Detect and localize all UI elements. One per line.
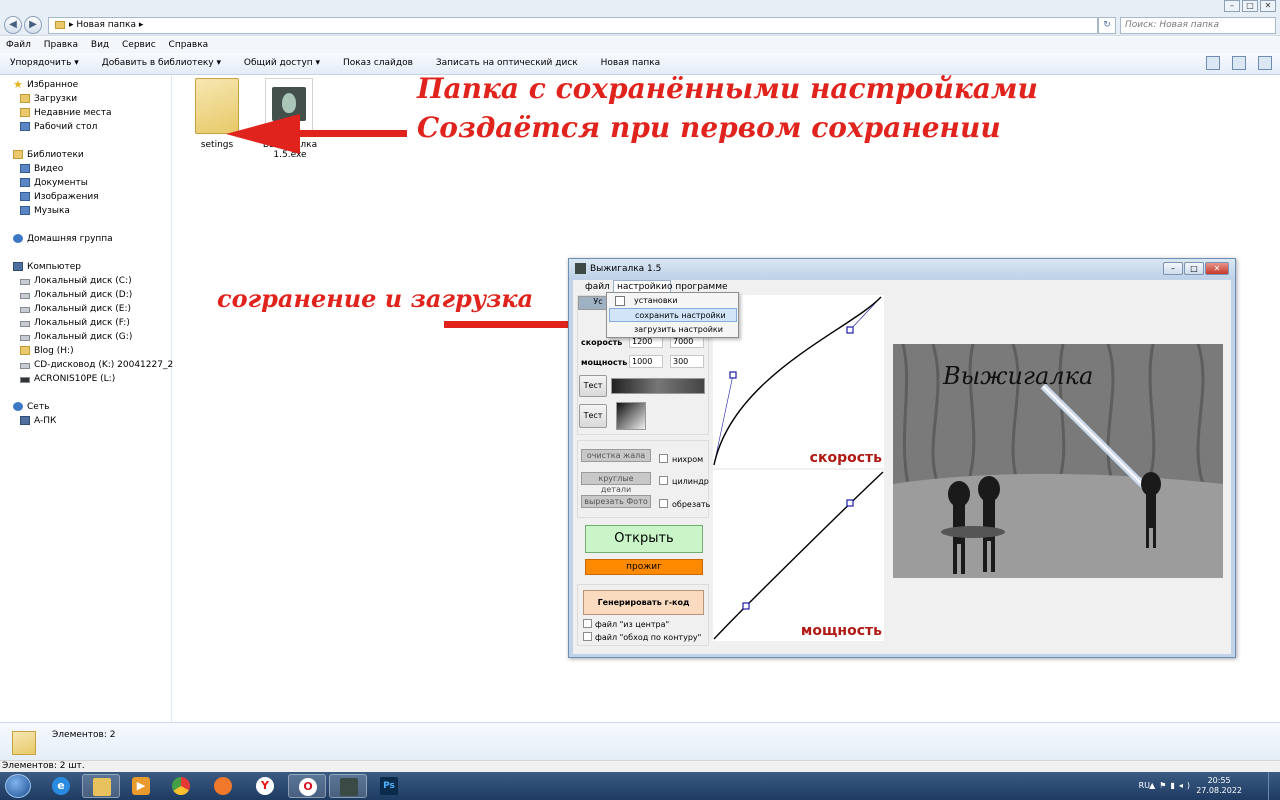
speed-control-point-1[interactable] bbox=[729, 371, 737, 379]
nichrome-checkbox[interactable] bbox=[659, 454, 668, 463]
system-tray: RU ▲⚑▮◂) 20:55 27.08.2022 bbox=[1120, 772, 1280, 800]
gradient-square bbox=[616, 402, 646, 430]
tray-clock[interactable]: 20:55 27.08.2022 bbox=[1196, 776, 1242, 796]
app-menu-about[interactable]: о программе bbox=[667, 282, 728, 292]
menu-item-load-settings[interactable]: загрузить настройки bbox=[609, 323, 737, 337]
crop-label: обрезать bbox=[672, 500, 711, 509]
app-alien-icon bbox=[575, 263, 586, 274]
power-chart-label: мощность bbox=[800, 623, 882, 639]
generate-gcode-button[interactable]: Генерировать г-код bbox=[583, 590, 704, 615]
app-close-button[interactable]: ✕ bbox=[1205, 262, 1229, 275]
power-max-input[interactable]: 300 bbox=[670, 355, 704, 368]
power-control-point-2[interactable] bbox=[846, 499, 854, 507]
app-client-area: Ус скорость 1200 7000 мощность 1000 300 … bbox=[573, 294, 1231, 654]
nichrome-label: нихром bbox=[672, 455, 704, 464]
open-button[interactable]: Открыть bbox=[585, 525, 703, 553]
cut-photo-button[interactable]: вырезать Фото bbox=[581, 495, 651, 508]
app-title: Выжигалка 1.5 bbox=[590, 264, 662, 274]
cylinder-label: цилиндр bbox=[672, 477, 709, 486]
power-label: мощность bbox=[581, 358, 628, 367]
power-curve bbox=[713, 471, 884, 640]
center-file-label: файл "из центра" bbox=[595, 620, 670, 629]
menu-item-setup[interactable]: установки bbox=[609, 294, 737, 308]
item-count: Элементов: 2 bbox=[52, 730, 116, 740]
preview-caption: Выжигалка bbox=[943, 362, 1094, 390]
firefox-icon bbox=[214, 777, 232, 795]
speed-curve bbox=[713, 296, 882, 466]
ie-taskbar-button[interactable]: e bbox=[42, 774, 80, 798]
arrow-to-folder bbox=[226, 114, 407, 154]
yandex-taskbar-button[interactable]: Y bbox=[246, 774, 284, 798]
power-control-point-1[interactable] bbox=[742, 602, 750, 610]
gradient-strip bbox=[611, 378, 705, 394]
photoshop-taskbar-button[interactable]: Ps bbox=[370, 774, 408, 798]
test-button-1[interactable]: Тест bbox=[579, 375, 607, 397]
clock-time: 20:55 bbox=[1207, 776, 1231, 785]
media-player-icon: ▶ bbox=[132, 777, 150, 795]
speed-handle-line-1 bbox=[713, 374, 734, 466]
power-min-input[interactable]: 1000 bbox=[629, 355, 663, 368]
round-parts-button[interactable]: круглые детали bbox=[581, 472, 651, 494]
contour-file-label: файл "обход по контуру" bbox=[595, 633, 702, 642]
opera-icon: O bbox=[299, 778, 317, 796]
speed-label: скорость bbox=[581, 338, 623, 347]
ie-icon: e bbox=[52, 777, 70, 795]
firefox-taskbar-button[interactable] bbox=[204, 774, 242, 798]
speed-control-point-2[interactable] bbox=[846, 326, 854, 334]
test-button-2[interactable]: Тест bbox=[579, 404, 607, 428]
crop-checkbox[interactable] bbox=[659, 499, 668, 508]
vyzhigalka-taskbar-button[interactable] bbox=[329, 774, 367, 798]
alien-app-icon bbox=[340, 778, 358, 796]
yandex-icon: Y bbox=[256, 777, 274, 795]
menu-item-save-settings[interactable]: сохранить настройки bbox=[609, 308, 737, 322]
power-curve-editor[interactable]: мощность bbox=[713, 470, 884, 641]
tray-icons[interactable]: ▲⚑▮◂) bbox=[1149, 781, 1194, 790]
explorer-details-pane: Элементов: 2 bbox=[0, 722, 1280, 760]
folder-icon bbox=[12, 731, 36, 755]
preview-image: Выжигалка bbox=[893, 344, 1223, 578]
setup-icon bbox=[615, 296, 625, 306]
power-curve-svg bbox=[713, 471, 884, 640]
contour-file-checkbox[interactable] bbox=[583, 632, 592, 641]
opera-taskbar-button[interactable]: O bbox=[288, 774, 326, 798]
center-file-checkbox[interactable] bbox=[583, 619, 592, 628]
speed-chart-label: скорость bbox=[809, 450, 882, 466]
clean-tip-button[interactable]: очистка жала bbox=[581, 449, 651, 462]
settings-dropdown-menu: установки сохранить настройки загрузить … bbox=[606, 292, 739, 338]
show-desktop-button[interactable] bbox=[1268, 772, 1280, 800]
taskbar: e ▶ Y O Ps RU ▲⚑▮◂) 20:55 27.08.2022 bbox=[0, 772, 1280, 800]
start-button[interactable] bbox=[5, 774, 31, 798]
chrome-icon bbox=[172, 777, 190, 795]
explorer-taskbar-button[interactable] bbox=[82, 774, 120, 798]
chrome-taskbar-button[interactable] bbox=[162, 774, 200, 798]
clock-date: 27.08.2022 bbox=[1196, 786, 1242, 795]
app-titlebar: Выжигалка 1.5 – □ ✕ bbox=[569, 259, 1235, 279]
app-window-controls: – □ ✕ bbox=[1163, 262, 1229, 275]
explorer-icon bbox=[93, 778, 111, 796]
app-menu-file[interactable]: файл bbox=[585, 282, 610, 292]
app-minimize-button[interactable]: – bbox=[1163, 262, 1183, 275]
burn-button[interactable]: прожиг bbox=[585, 559, 703, 575]
explorer-status-bar: Элементов: 2 шт. bbox=[0, 760, 1280, 772]
photoshop-icon: Ps bbox=[380, 777, 398, 795]
cylinder-checkbox[interactable] bbox=[659, 476, 668, 485]
media-player-taskbar-button[interactable]: ▶ bbox=[122, 774, 160, 798]
app-maximize-button[interactable]: □ bbox=[1184, 262, 1204, 275]
